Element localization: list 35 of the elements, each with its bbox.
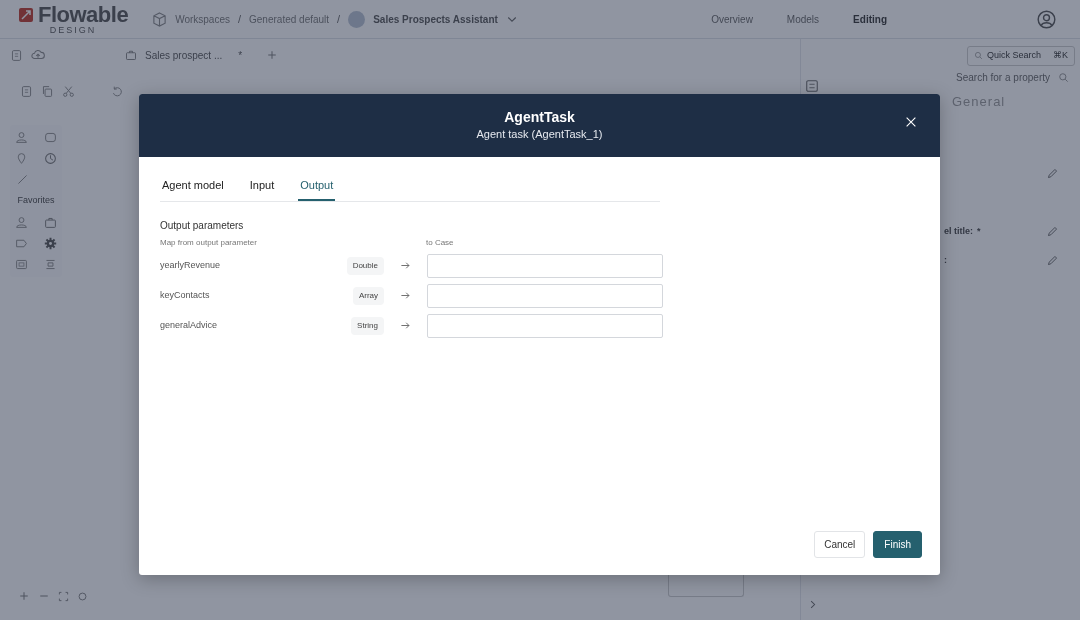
parameter-name: keyContacts <box>160 288 211 302</box>
logo-text: Flowable <box>38 3 129 26</box>
nav-link[interactable]: Models <box>786 11 820 27</box>
palette-section-title: Favorites <box>17 194 55 207</box>
property-label: : <box>944 253 947 267</box>
cancel-button[interactable]: Cancel <box>814 531 866 558</box>
column-header: Map from output parameter <box>160 236 258 249</box>
breadcrumb-separator: / <box>337 11 341 27</box>
parameter-name: yearlyRevenue <box>160 258 222 272</box>
section-title: Output parameters <box>160 218 245 233</box>
property-search-field[interactable]: Search for a property <box>956 69 1050 85</box>
finish-button[interactable]: Finish <box>873 531 922 558</box>
breadcrumb-link[interactable]: Generated default <box>249 11 330 27</box>
breadcrumb-link[interactable]: Workspaces <box>175 11 230 27</box>
breadcrumb-separator: / <box>237 11 242 27</box>
dialog-title: AgentTask <box>504 108 575 126</box>
shortcut-hint: ⌘K <box>1053 49 1068 62</box>
type-tag: String <box>351 316 384 335</box>
type-tag: Double <box>346 256 384 275</box>
property-label: el title: <box>944 225 973 238</box>
quick-search-field[interactable]: Quick Search ⌘K <box>967 46 1075 66</box>
required-mark: * <box>977 225 981 238</box>
project-dropdown[interactable]: Sales Prospects Assistant <box>373 11 498 27</box>
dialog-tab[interactable]: Output <box>298 173 336 201</box>
dialog-subtitle: Agent task (AgentTask_1) <box>476 126 603 142</box>
unsaved-mark: * <box>238 48 243 63</box>
logo-subtitle: DESIGN <box>48 25 98 35</box>
nav-link[interactable]: Overview <box>711 11 753 27</box>
editor-tab[interactable]: Sales prospect ... <box>145 47 223 63</box>
nav-link[interactable]: Editing <box>853 11 887 27</box>
dialog-tab[interactable]: Input <box>247 173 277 201</box>
type-tag: Array <box>352 286 384 305</box>
column-header: to Case <box>426 236 454 249</box>
parameter-name: generalAdvice <box>160 318 219 332</box>
dialog-tab[interactable]: Agent model <box>160 173 226 201</box>
